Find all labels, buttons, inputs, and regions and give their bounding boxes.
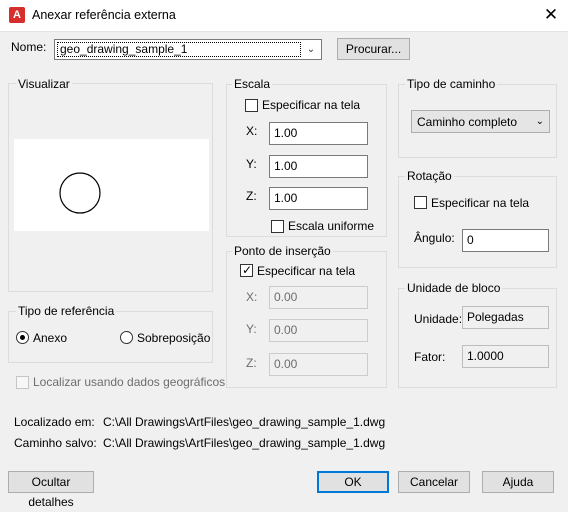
factor-label: Fator: [414, 350, 446, 364]
chevron-down-icon[interactable]: ⌄ [304, 41, 318, 59]
overlay-radio-label[interactable]: Sobreposição [137, 331, 210, 345]
chevron-down-icon: ⌄ [535, 116, 544, 127]
radio-selected-dot [20, 335, 25, 340]
rotation-specify-checkbox[interactable] [414, 196, 427, 209]
hide-details-button[interactable]: Ocultar detalhes [8, 471, 94, 509]
window-title: Anexar referência externa [32, 8, 176, 22]
saved-path: C:\All Drawings\ArtFiles\geo_drawing_sam… [103, 436, 386, 450]
help-button[interactable]: Ajuda [482, 471, 554, 493]
block-unit-label: Unidade de bloco [405, 281, 503, 295]
overlay-radio[interactable] [120, 331, 133, 344]
unit-label: Unidade: [414, 312, 463, 326]
reference-type-label: Tipo de referência [16, 304, 117, 318]
scale-y-input[interactable]: 1.00 [269, 155, 368, 178]
attach-radio-label[interactable]: Anexo [33, 331, 67, 345]
block-unit-group [398, 288, 557, 388]
scale-specify-checkbox[interactable] [245, 99, 258, 112]
insertion-specify-checkbox[interactable]: ✓ [240, 263, 253, 277]
name-combobox[interactable]: geo_drawing_sample_1 ⌄ [54, 39, 322, 60]
close-icon[interactable]: ✕ [540, 4, 562, 26]
preview-drawing [59, 172, 101, 214]
preview-label: Visualizar [16, 77, 72, 91]
scale-z-input[interactable]: 1.00 [269, 187, 368, 210]
rotation-label: Rotação [405, 169, 454, 183]
name-label: Nome: [11, 40, 47, 54]
path-type-value: Caminho completo [417, 115, 518, 129]
rotation-group [398, 176, 557, 268]
scale-x-input[interactable]: 1.00 [269, 122, 368, 145]
scale-specify-label[interactable]: Especificar na tela [262, 98, 360, 112]
insertion-z-input[interactable]: 0.00 [269, 353, 368, 376]
insertion-y-label: Y: [246, 322, 257, 336]
browse-button[interactable]: Procurar... [337, 38, 410, 60]
insertion-y-input[interactable]: 0.00 [269, 319, 368, 342]
uniform-scale-label[interactable]: Escala uniforme [288, 219, 374, 233]
insertion-specify-label[interactable]: Especificar na tela [257, 264, 355, 278]
title-bar: A Anexar referência externa ✕ [0, 0, 568, 32]
insertion-point-label: Ponto de inserção [232, 244, 333, 258]
name-combobox-value: geo_drawing_sample_1 [57, 42, 301, 57]
scale-y-label: Y: [246, 157, 257, 171]
insertion-x-input[interactable]: 0.00 [269, 286, 368, 309]
found-in-path: C:\All Drawings\ArtFiles\geo_drawing_sam… [103, 415, 386, 429]
scale-label: Escala [232, 77, 273, 91]
preview-circle [59, 172, 101, 214]
angle-label: Ângulo: [414, 231, 455, 245]
scale-x-label: X: [246, 124, 258, 138]
found-in-label: Localizado em: [14, 415, 95, 429]
uniform-scale-checkbox[interactable] [271, 220, 284, 233]
scale-z-label: Z: [246, 189, 257, 203]
checkmark-icon: ✓ [241, 263, 253, 277]
autocad-app-icon: A [9, 7, 25, 23]
saved-path-label: Caminho salvo: [14, 436, 97, 450]
geo-locate-label: Localizar usando dados geográficos [33, 375, 226, 389]
preview-canvas [14, 139, 209, 231]
factor-value: 1.0000 [462, 345, 549, 368]
angle-input[interactable]: 0 [462, 229, 549, 252]
unit-value: Polegadas [462, 306, 549, 329]
attach-radio[interactable] [16, 331, 29, 344]
rotation-specify-label[interactable]: Especificar na tela [431, 196, 529, 210]
cancel-button[interactable]: Cancelar [398, 471, 470, 493]
geo-locate-checkbox[interactable] [16, 376, 29, 389]
insertion-z-label: Z: [246, 356, 257, 370]
ok-button[interactable]: OK [317, 471, 389, 493]
path-type-dropdown[interactable]: Caminho completo ⌄ [411, 110, 550, 133]
path-type-label: Tipo de caminho [405, 77, 498, 91]
insertion-x-label: X: [246, 290, 258, 304]
